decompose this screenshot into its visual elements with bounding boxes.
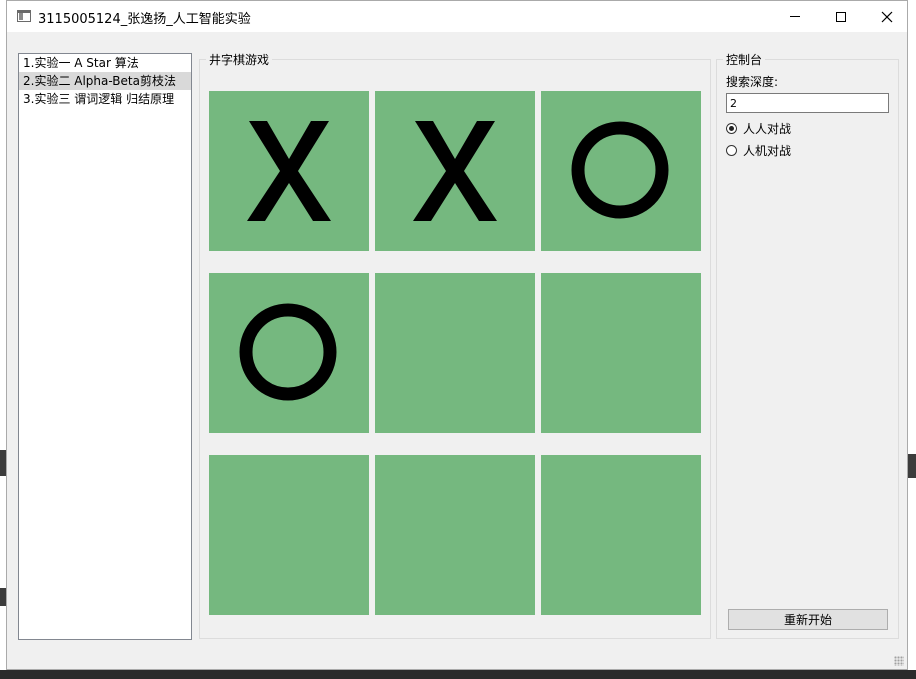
- game-group-title: 井字棋游戏: [206, 51, 273, 68]
- search-depth-input[interactable]: [726, 93, 889, 113]
- x-mark-icon: [413, 121, 497, 221]
- maximize-icon: [836, 11, 846, 22]
- app-window: 3115005124_张逸扬_人工智能实验 1.实验一 A Star 算法 2.…: [6, 0, 908, 670]
- mode-pvp-radio[interactable]: 人人对战: [726, 120, 791, 137]
- board-cell-0-2[interactable]: [541, 91, 701, 251]
- close-button[interactable]: [864, 1, 910, 32]
- board-cell-2-1[interactable]: [375, 455, 535, 615]
- window-title: 3115005124_张逸扬_人工智能实验: [38, 12, 251, 27]
- o-mark-icon: [239, 303, 337, 401]
- app-window-icon: [17, 10, 31, 22]
- board-cell-1-0[interactable]: [209, 273, 369, 433]
- radio-checked-icon: [726, 123, 737, 134]
- experiment-item-resolution[interactable]: 3.实验三 谓词逻辑 归结原理: [19, 90, 191, 108]
- board-cell-1-1[interactable]: [375, 273, 535, 433]
- taskbar: [0, 670, 916, 679]
- background-window-right: [908, 0, 916, 679]
- experiment-list[interactable]: 1.实验一 A Star 算法 2.实验二 Alpha-Beta剪枝法 3.实验…: [18, 53, 192, 640]
- restart-button[interactable]: 重新开始: [728, 609, 888, 630]
- board-cell-0-1[interactable]: [375, 91, 535, 251]
- mode-pve-label: 人机对战: [743, 144, 792, 158]
- console-group-title: 控制台: [723, 51, 766, 68]
- experiment-item-alphabeta[interactable]: 2.实验二 Alpha-Beta剪枝法: [19, 72, 191, 90]
- board-cell-1-2[interactable]: [541, 273, 701, 433]
- background-band: [908, 454, 916, 478]
- mode-pvp-label: 人人对战: [743, 122, 792, 136]
- minimize-icon: [790, 16, 800, 17]
- board-cell-2-2[interactable]: [541, 455, 701, 615]
- mode-pve-radio[interactable]: 人机对战: [726, 142, 791, 159]
- o-mark-icon: [571, 121, 669, 219]
- minimize-button[interactable]: [772, 1, 818, 32]
- board-cell-0-0[interactable]: [209, 91, 369, 251]
- radio-unchecked-icon: [726, 145, 737, 156]
- title-bar[interactable]: 3115005124_张逸扬_人工智能实验: [7, 1, 907, 32]
- x-mark-icon: [247, 121, 331, 221]
- resize-grip-icon[interactable]: [894, 656, 904, 666]
- experiment-item-astar[interactable]: 1.实验一 A Star 算法: [19, 54, 191, 72]
- search-depth-label: 搜索深度:: [726, 75, 779, 89]
- maximize-button[interactable]: [818, 1, 864, 32]
- board-cell-2-0[interactable]: [209, 455, 369, 615]
- close-icon: [881, 11, 893, 22]
